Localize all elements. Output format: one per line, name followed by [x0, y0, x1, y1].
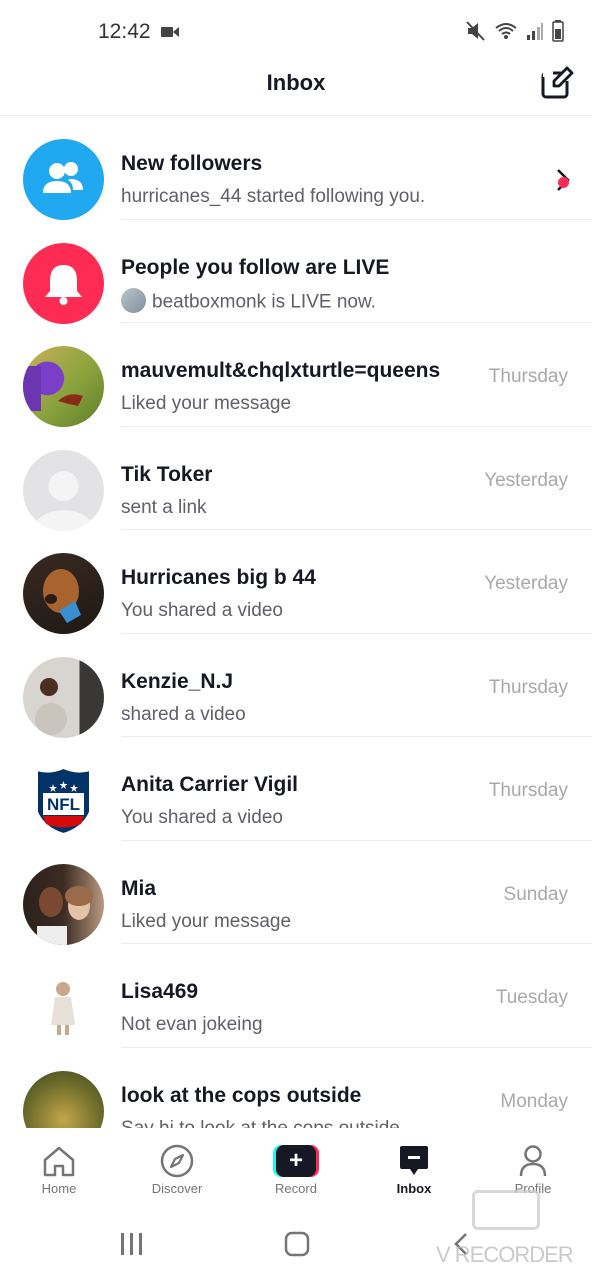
row-title: mauvemult&chqlxturtle=queens: [121, 359, 441, 382]
conversation-row[interactable]: Lisa469 Not evan jokeing Tuesday: [0, 944, 592, 1048]
row-title: New followers: [121, 152, 263, 175]
wifi-icon: [495, 23, 517, 39]
avatar: [23, 967, 104, 1048]
conversation-row[interactable]: Hurricanes big b 44 You shared a video Y…: [0, 530, 592, 634]
dog-avatar-image: [43, 569, 81, 623]
nav-home-label: Home: [41, 1181, 77, 1196]
live-indicator-dot: [558, 177, 569, 188]
conversation-row[interactable]: mauvemult&chqlxturtle=queens Liked your …: [0, 323, 592, 427]
row-subtitle: You shared a video: [121, 807, 283, 828]
live-row[interactable]: People you follow are LIVE beatboxmonk i…: [0, 220, 592, 324]
row-title: Kenzie_N.J: [121, 669, 234, 693]
conversation-row[interactable]: Kenzie_N.J shared a video Thursday: [0, 634, 592, 738]
row-time: Sunday: [503, 883, 568, 905]
recorder-watermark: V RECORDER: [436, 1242, 574, 1267]
page-title: Inbox: [266, 70, 326, 95]
avatar: [23, 346, 104, 427]
recent-apps-icon[interactable]: [120, 1230, 144, 1258]
row-subtitle: beatboxmonk is LIVE now.: [121, 287, 376, 315]
default-avatar: [23, 449, 104, 531]
avatar-image: [23, 366, 83, 411]
nfl-shield-icon: NFL: [36, 766, 91, 836]
beatboxmonk-avatar: [121, 287, 146, 313]
home-button-icon[interactable]: [284, 1230, 310, 1258]
bell-icon: [45, 264, 82, 305]
row-subtitle: sent a link: [121, 496, 207, 518]
default-user-icon: [33, 470, 94, 531]
row-time: Thursday: [488, 676, 568, 698]
nav-profile[interactable]: Profile: [478, 1142, 588, 1196]
row-time: Monday: [500, 1090, 568, 1112]
nav-discover[interactable]: Discover: [122, 1142, 232, 1196]
recorder-watermark-icon: [472, 1190, 540, 1230]
row-time: Yesterday: [484, 573, 568, 594]
battery-icon: [552, 20, 564, 42]
row-title: Anita Carrier Vigil: [121, 773, 299, 796]
plus-icon: +: [276, 1145, 316, 1177]
conversation-row[interactable]: Tik Toker sent a link Yesterday: [0, 427, 592, 531]
row-time: Thursday: [488, 780, 568, 801]
signal-icon: [527, 23, 543, 40]
row-subtitle: Say hi to look at the cops outside: [121, 1117, 400, 1129]
avatar-image: [35, 677, 67, 735]
nfl-logo-avatar: NFL: [23, 760, 104, 841]
row-title: Lisa469: [121, 980, 199, 1003]
nfl-logo-text: NFL: [47, 795, 80, 814]
profile-icon: [519, 1145, 547, 1177]
row-subtitle: Liked your message: [121, 910, 292, 932]
conversation-row[interactable]: look at the cops outside Say hi to look …: [0, 1048, 592, 1129]
avatar-image: [37, 885, 93, 945]
row-time: Yesterday: [484, 469, 568, 491]
nav-home[interactable]: Home: [4, 1142, 114, 1196]
nav-inbox[interactable]: Inbox: [359, 1142, 469, 1196]
avatar-image: [51, 982, 75, 1035]
inbox-icon: [400, 1146, 428, 1175]
row-subtitle: You shared a video: [121, 600, 283, 621]
row-title: look at the cops outside: [121, 1083, 362, 1107]
row-title: People you follow are LIVE: [121, 255, 390, 279]
nav-record[interactable]: + Record: [241, 1142, 351, 1196]
nav-discover-label: Discover: [151, 1181, 203, 1196]
avatar: [23, 863, 104, 945]
live-avatar: [23, 242, 104, 324]
avatar: [23, 656, 104, 738]
avatar: [23, 1070, 104, 1128]
conversation-row[interactable]: NFL Anita Carrier Vigil You shared a vid…: [0, 737, 592, 841]
row-title: Mia: [121, 876, 157, 900]
compass-icon: [160, 1144, 194, 1178]
new-followers-row[interactable]: New followers hurricanes_44 started foll…: [0, 116, 592, 220]
home-icon: [43, 1146, 75, 1177]
video-record-icon: [161, 27, 179, 37]
row-subtitle: Liked your message: [121, 393, 292, 414]
row-subtitle: hurricanes_44 started following you.: [121, 186, 426, 207]
conversation-row[interactable]: Mia Liked your message Sunday: [0, 841, 592, 945]
nav-record-label: Record: [275, 1181, 317, 1196]
avatar: [23, 553, 104, 634]
record-button: +: [273, 1145, 319, 1177]
live-subtitle-text: beatboxmonk is LIVE now.: [152, 291, 376, 313]
inbox-list: New followers hurricanes_44 started foll…: [0, 116, 592, 1128]
compose-message-icon[interactable]: [540, 66, 574, 100]
row-time: Thursday: [488, 366, 568, 387]
status-bar: 12:42: [0, 0, 592, 62]
row-subtitle: shared a video: [121, 703, 246, 725]
mute-icon: [466, 21, 485, 41]
nav-inbox-label: Inbox: [396, 1181, 432, 1196]
status-icons: [466, 20, 564, 42]
new-followers-avatar: [23, 139, 104, 220]
inbox-header: Inbox: [0, 62, 592, 116]
followers-icon: [43, 162, 83, 193]
status-time: 12:42: [98, 20, 151, 43]
row-title: Hurricanes big b 44: [121, 566, 316, 589]
row-title: Tik Toker: [121, 462, 213, 486]
row-subtitle: Not evan jokeing: [121, 1014, 263, 1035]
row-time: Tuesday: [495, 987, 568, 1008]
